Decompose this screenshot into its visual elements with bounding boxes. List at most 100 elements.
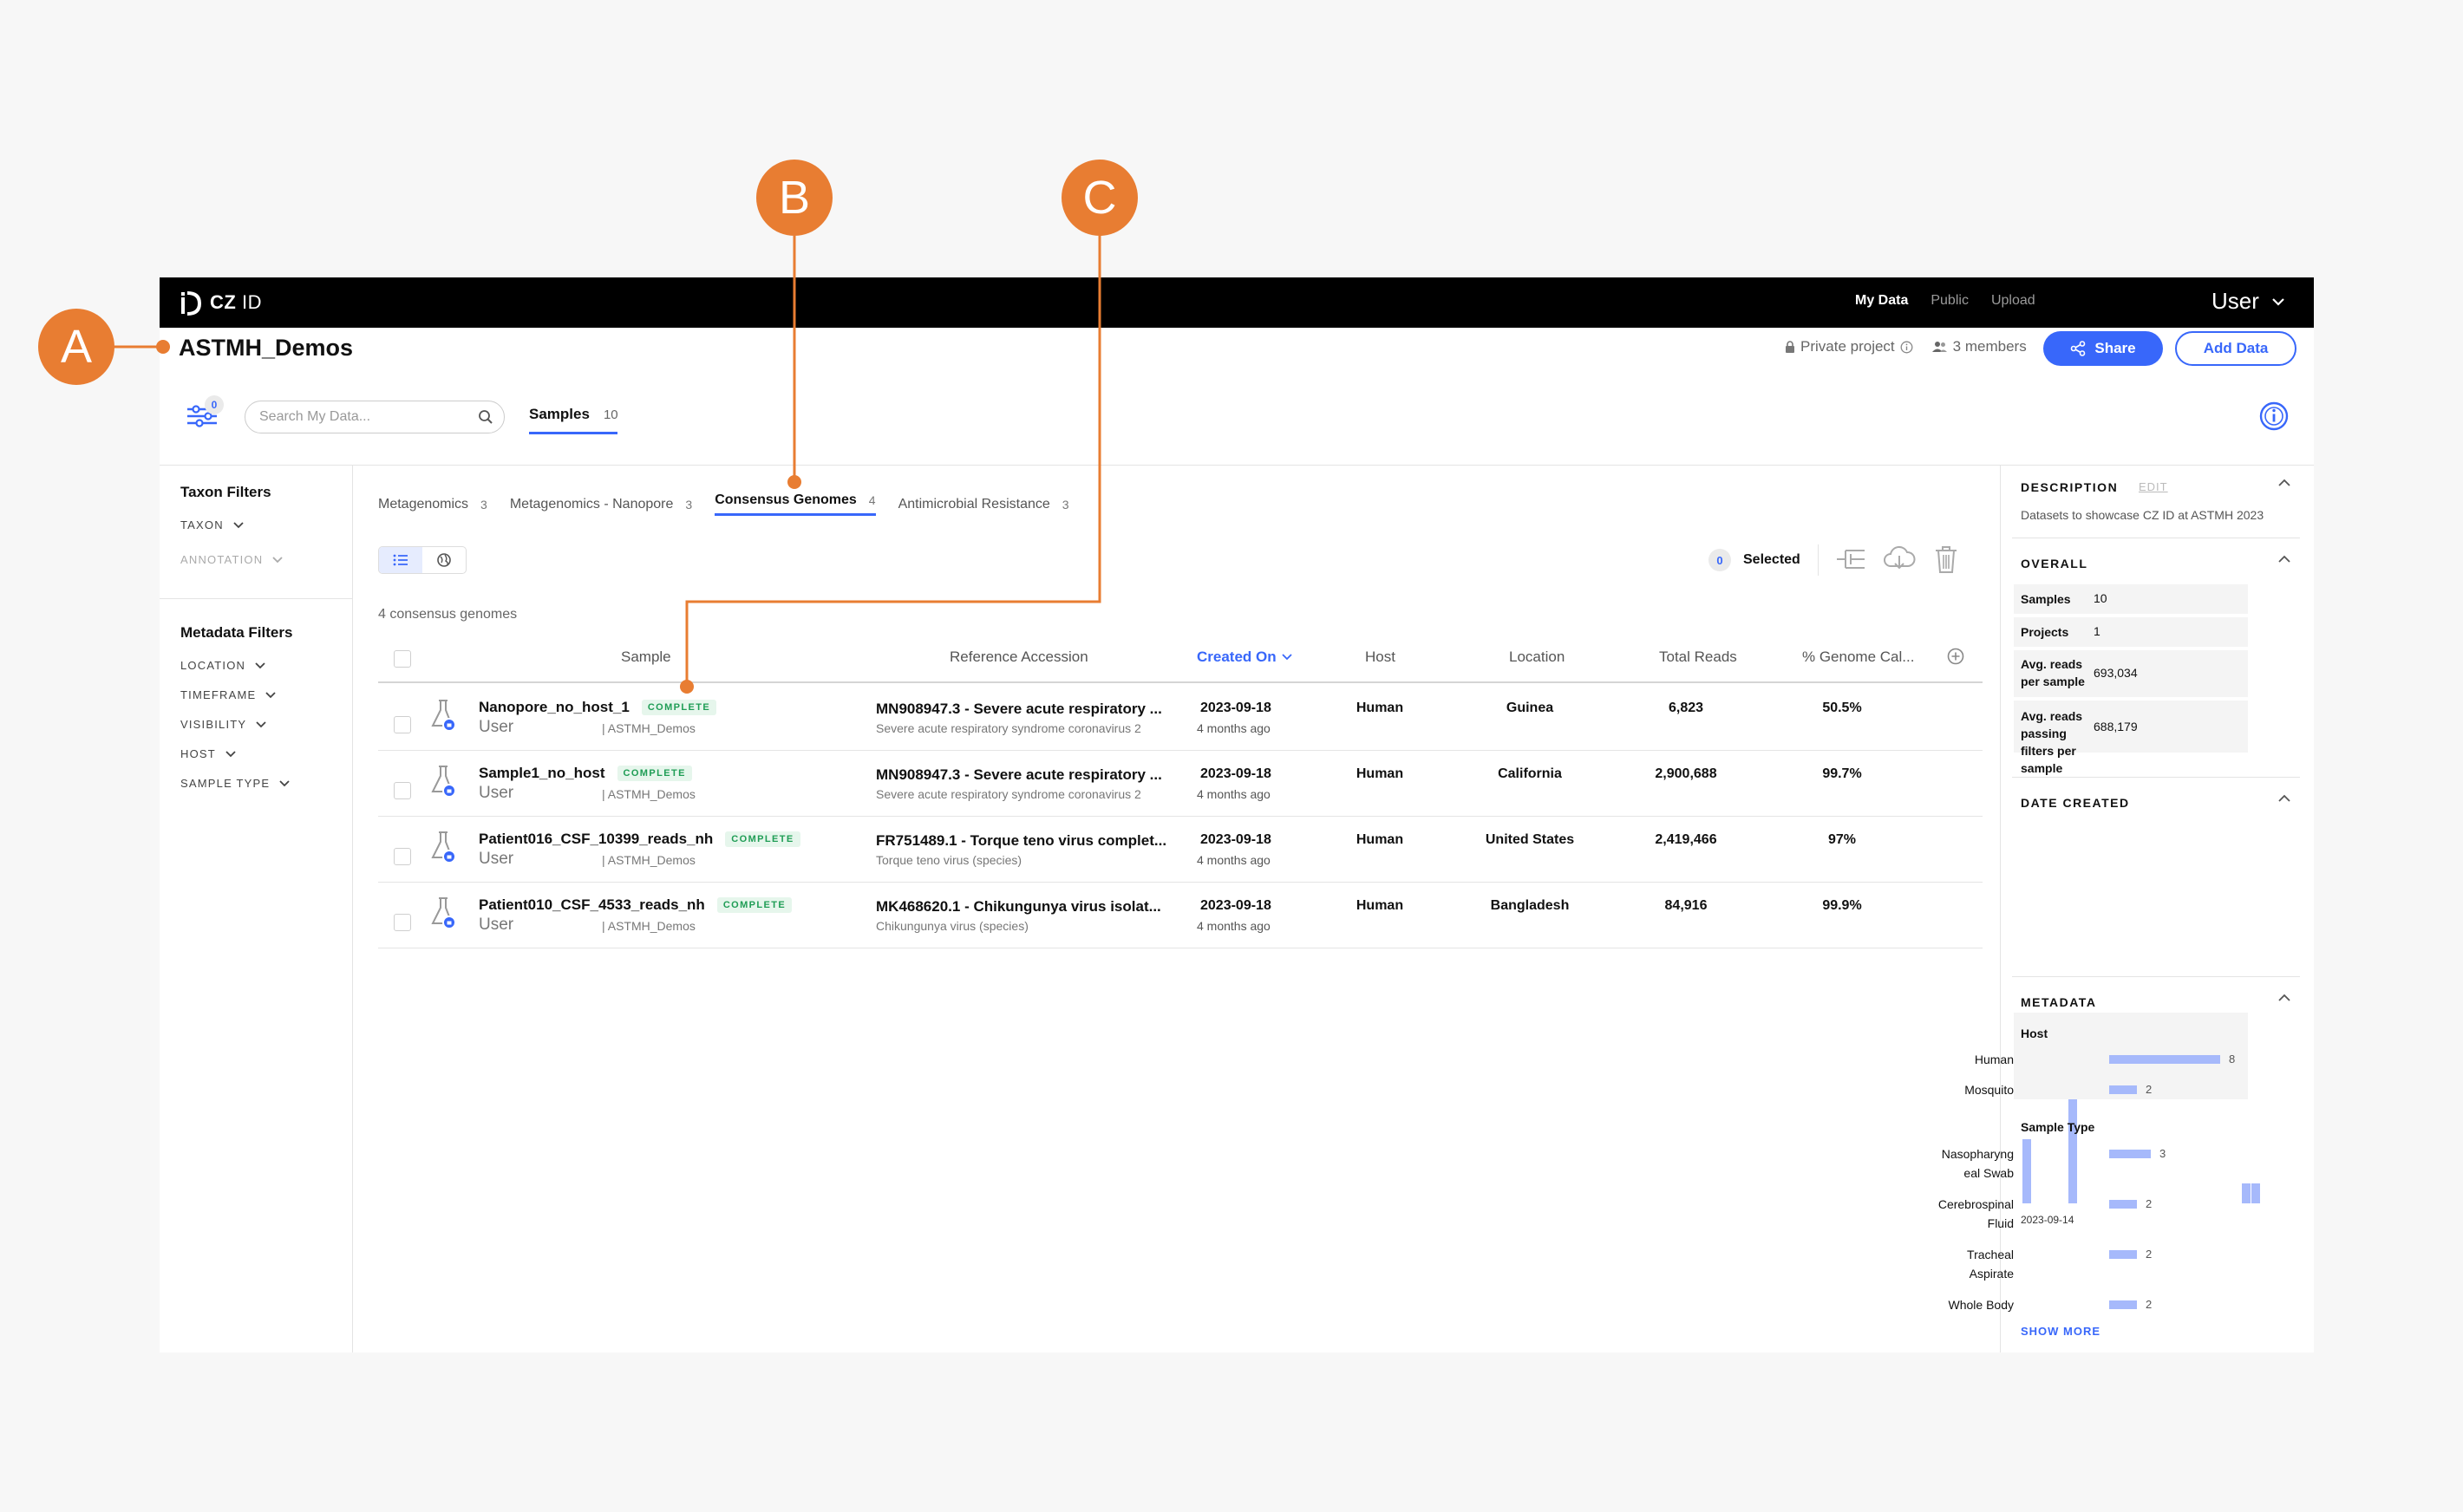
row-checkbox[interactable]: [394, 782, 411, 799]
filter-sample-type-label: Sample Type: [180, 777, 271, 790]
sample-flask-icon: [431, 700, 456, 732]
selected-label: Selected: [1743, 552, 1800, 567]
nav-my-data[interactable]: My Data: [1855, 293, 1908, 309]
chevron-up-icon[interactable]: [2277, 794, 2291, 803]
sample-type-label: Cerebrospinal Fluid: [1892, 1195, 2014, 1233]
share-button[interactable]: Share: [2043, 331, 2163, 366]
histogram-bar[interactable]: [2251, 1183, 2260, 1203]
phylo-tree-icon[interactable]: [1833, 542, 1868, 577]
nav-upload[interactable]: Upload: [1991, 293, 2035, 309]
add-column-icon[interactable]: [1946, 647, 1965, 666]
histogram-bar[interactable]: [2022, 1138, 2031, 1203]
row-checkbox[interactable]: [394, 716, 411, 733]
column-reference-accession[interactable]: Reference Accession: [950, 648, 1088, 666]
cloud-download-icon[interactable]: [1882, 542, 1917, 577]
overall-row: Samples 10: [2014, 584, 2248, 614]
filter-location-label: Location: [180, 659, 246, 672]
created-ago: 4 months ago: [1197, 919, 1271, 933]
host-bar[interactable]: [2109, 1055, 2220, 1064]
label-line: eal Swab: [1963, 1166, 2014, 1180]
user-menu[interactable]: User: [2211, 288, 2285, 315]
host-value: Human: [1356, 766, 1404, 781]
column-location[interactable]: Location: [1509, 648, 1565, 666]
sample-flask-icon: [431, 897, 456, 929]
privacy-indicator[interactable]: Private project: [1785, 338, 1913, 355]
column-created-on[interactable]: Created On: [1197, 648, 1292, 666]
filter-annotation[interactable]: Annotation: [180, 553, 284, 566]
results-summary: 4 consensus genomes: [378, 607, 518, 622]
overall-value: 688,179: [2094, 720, 2138, 733]
reference-taxon: Severe acute respiratory syndrome corona…: [876, 787, 1141, 801]
right-section-divider: [2012, 976, 2300, 977]
reference-taxon: Severe acute respiratory syndrome corona…: [876, 721, 1141, 735]
members-indicator[interactable]: 3 members: [1931, 338, 2027, 355]
chevron-up-icon[interactable]: [2277, 994, 2291, 1002]
sample-type-bar[interactable]: [2109, 1300, 2137, 1309]
sample-name: Patient010_CSF_4533_reads_nh COMPLETE: [479, 896, 793, 914]
overall-value: 10: [2094, 591, 2107, 605]
tab-antimicrobial-resistance[interactable]: Antimicrobial Resistance 3: [898, 492, 1069, 516]
column-total-reads[interactable]: Total Reads: [1659, 648, 1737, 666]
created-date: 2023-09-18: [1200, 898, 1271, 913]
trash-icon[interactable]: [1929, 542, 1963, 577]
column-host[interactable]: Host: [1365, 648, 1395, 666]
overall-row: Avg. reads passing filters per sample 688…: [2014, 701, 2248, 775]
filter-taxon[interactable]: Taxon: [180, 518, 245, 531]
sample-name-text: Patient016_CSF_10399_reads_nh: [479, 831, 714, 847]
column-sample[interactable]: Sample: [621, 648, 671, 666]
histogram-bar[interactable]: [2241, 1183, 2251, 1203]
host-metadata-title: Host: [2021, 1026, 2048, 1040]
nav-public[interactable]: Public: [1931, 293, 1969, 309]
filter-count-badge: 0: [205, 395, 224, 414]
help-info-icon[interactable]: [2258, 401, 2290, 432]
filter-timeframe[interactable]: Timeframe: [180, 688, 277, 701]
reference-taxon: Torque teno virus (species): [876, 853, 1022, 867]
workflow-tabs: Metagenomics 3 Metagenomics - Nanopore 3 C…: [378, 492, 1069, 516]
lock-icon: [1786, 341, 1794, 353]
list-view-button[interactable]: [379, 547, 422, 573]
filter-sample-type[interactable]: Sample Type: [180, 777, 291, 790]
created-ago: 4 months ago: [1197, 721, 1271, 735]
tab-metagenomics[interactable]: Metagenomics 3: [378, 492, 487, 516]
add-data-button[interactable]: Add Data: [2175, 331, 2296, 366]
host-bar[interactable]: [2109, 1085, 2137, 1094]
show-more-link[interactable]: Show More: [2021, 1325, 2100, 1338]
host-value: Human: [1356, 898, 1404, 913]
reference-accession: MN908947.3 - Severe acute respiratory ..…: [876, 701, 1162, 717]
map-view-button[interactable]: [422, 547, 466, 573]
users-icon: [1931, 342, 1947, 352]
row-checkbox[interactable]: [394, 914, 411, 931]
chevron-up-icon[interactable]: [2277, 479, 2291, 487]
logo-text: CZ ID: [210, 291, 262, 313]
sample-project: | ASTMH_Demos: [602, 721, 696, 735]
sample-type-bar[interactable]: [2109, 1200, 2137, 1209]
filter-visibility[interactable]: Visibility: [180, 718, 267, 731]
overall-key: Avg. reads per sample: [2021, 657, 2085, 688]
location-value: Guinea: [1506, 701, 1554, 715]
edit-description-link[interactable]: EDIT: [2139, 480, 2168, 493]
tab-consensus-genomes[interactable]: Consensus Genomes 4: [715, 492, 876, 516]
search-input[interactable]: Search My Data...: [245, 401, 505, 433]
metadata-title: Metadata: [2021, 995, 2097, 1009]
share-icon: [2071, 341, 2086, 356]
filter-host[interactable]: Host: [180, 747, 237, 760]
select-all-checkbox[interactable]: [394, 650, 411, 668]
histogram-bar[interactable]: [2068, 1092, 2077, 1203]
sample-user: User: [479, 718, 514, 736]
tab-metagenomics-nanopore[interactable]: Metagenomics - Nanopore 3: [510, 492, 692, 516]
location-value: California: [1498, 766, 1562, 781]
column-genome-called[interactable]: % Genome Cal...: [1802, 648, 1914, 666]
chevron-down-icon: [233, 522, 244, 529]
sample-type-bar[interactable]: [2109, 1250, 2137, 1259]
total-reads-value: 2,419,466: [1655, 832, 1717, 847]
czid-logo[interactable]: CZ ID: [179, 286, 262, 319]
overall-row: Projects 1: [2014, 617, 2248, 647]
tab-samples[interactable]: Samples 10: [529, 406, 618, 423]
chevron-up-icon[interactable]: [2277, 555, 2291, 564]
total-reads-value: 84,916: [1664, 898, 1708, 913]
sample-type-bar[interactable]: [2109, 1150, 2151, 1158]
location-value: Bangladesh: [1490, 898, 1570, 913]
filter-location[interactable]: Location: [180, 659, 266, 672]
chevron-down-icon: [265, 692, 276, 699]
row-checkbox[interactable]: [394, 848, 411, 865]
